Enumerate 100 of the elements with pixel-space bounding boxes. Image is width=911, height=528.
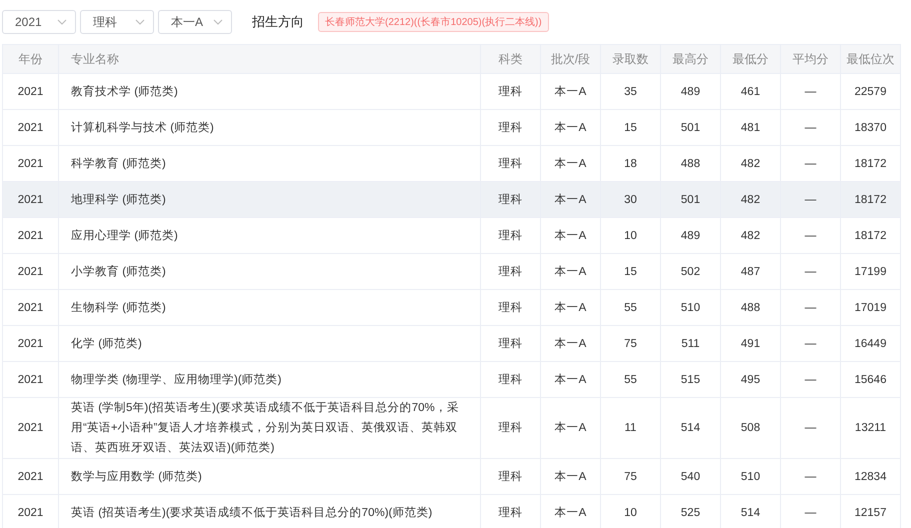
table-cell: 30	[600, 182, 660, 218]
table-cell: 生物科学 (师范类)	[58, 290, 480, 326]
table-cell: 理科	[480, 290, 540, 326]
table-cell: 55	[600, 290, 660, 326]
table-cell: —	[780, 182, 840, 218]
table-row[interactable]: 2021 化学 (师范类) 理科 本一A 75 511 491 — 16449	[2, 326, 900, 362]
table-cell: 15	[600, 110, 660, 146]
dropdown[interactable]: 理科	[80, 10, 154, 34]
table-row[interactable]: 2021 应用心理学 (师范类) 理科 本一A 10 489 482 — 18172	[2, 218, 900, 254]
table-cell: 计算机科学与技术 (师范类)	[58, 110, 480, 146]
chevron-down-icon	[213, 19, 223, 25]
table-row[interactable]: 2021 英语 (招英语考生)(要求英语成绩不低于英语科目总分的70%)(师范类) 理科 本一A 10 525 514 — 12157	[2, 494, 900, 528]
table-row[interactable]: 2021 计算机科学与技术 (师范类) 理科 本一A 15 501 481 — 18370	[2, 110, 900, 146]
table-cell: 本一A	[540, 326, 600, 362]
table-cell: —	[780, 110, 840, 146]
table-cell: 461	[720, 74, 780, 110]
table-row[interactable]: 2021 数学与应用数学 (师范类) 理科 本一A 75 540 510 — 12834	[2, 458, 900, 494]
table-cell: 510	[660, 290, 720, 326]
table-cell: —	[780, 362, 840, 398]
table-cell: 540	[660, 458, 720, 494]
table-cell: 教育技术学 (师范类)	[58, 74, 480, 110]
table-cell: 488	[720, 290, 780, 326]
column-header: 录取数	[600, 44, 660, 74]
table-cell: 理科	[480, 218, 540, 254]
table-cell: 化学 (师范类)	[58, 326, 480, 362]
table-cell: 本一A	[540, 398, 600, 458]
table-cell: 理科	[480, 362, 540, 398]
table-cell: 489	[660, 218, 720, 254]
table-cell: 物理学类 (物理学、应用物理学)(师范类)	[58, 362, 480, 398]
table-cell: 10	[600, 218, 660, 254]
table-cell: —	[780, 254, 840, 290]
table-cell: —	[780, 290, 840, 326]
table-cell: 13211	[840, 398, 900, 458]
table-cell: 理科	[480, 458, 540, 494]
table-cell: 35	[600, 74, 660, 110]
table-cell: 501	[660, 182, 720, 218]
table-cell: 502	[660, 254, 720, 290]
table-cell: 2021	[2, 218, 58, 254]
table-cell: 小学教育 (师范类)	[58, 254, 480, 290]
table-cell: 18172	[840, 182, 900, 218]
table-cell: 本一A	[540, 110, 600, 146]
table-cell: 本一A	[540, 458, 600, 494]
table-cell: 2021	[2, 458, 58, 494]
table-cell: 501	[660, 110, 720, 146]
table-cell: 本一A	[540, 218, 600, 254]
table-cell: 17019	[840, 290, 900, 326]
table-cell: 18370	[840, 110, 900, 146]
table-cell: 2021	[2, 74, 58, 110]
table-cell: 2021	[2, 182, 58, 218]
dropdown[interactable]: 2021	[2, 10, 76, 34]
table-cell: —	[780, 398, 840, 458]
column-header: 年份	[2, 44, 58, 74]
table-cell: 理科	[480, 110, 540, 146]
table-cell: 491	[720, 326, 780, 362]
table-cell: 482	[720, 218, 780, 254]
table-cell: 本一A	[540, 290, 600, 326]
table-cell: 16449	[840, 326, 900, 362]
table-cell: 地理科学 (师范类)	[58, 182, 480, 218]
table-row[interactable]: 2021 教育技术学 (师范类) 理科 本一A 35 489 461 — 22579	[2, 74, 900, 110]
table-cell: 55	[600, 362, 660, 398]
table-cell: —	[780, 218, 840, 254]
column-header: 批次/段	[540, 44, 600, 74]
table-cell: 22579	[840, 74, 900, 110]
table-cell: 理科	[480, 326, 540, 362]
table-cell: —	[780, 326, 840, 362]
table-row[interactable]: 2021 物理学类 (物理学、应用物理学)(师范类) 理科 本一A 55 515 495 — 15646	[2, 362, 900, 398]
table-cell: 495	[720, 362, 780, 398]
table-cell: 数学与应用数学 (师范类)	[58, 458, 480, 494]
table-cell: 2021	[2, 494, 58, 528]
table-cell: 514	[660, 398, 720, 458]
table-cell: 2021	[2, 254, 58, 290]
table-cell: 本一A	[540, 74, 600, 110]
table-cell: 2021	[2, 398, 58, 458]
table-cell: 481	[720, 110, 780, 146]
table-row[interactable]: 2021 小学教育 (师范类) 理科 本一A 15 502 487 — 17199	[2, 254, 900, 290]
table-cell: 11	[600, 398, 660, 458]
column-header: 最高分	[660, 44, 720, 74]
table-row[interactable]: 2021 生物科学 (师范类) 理科 本一A 55 510 488 — 17019	[2, 290, 900, 326]
table-cell: —	[780, 458, 840, 494]
table-cell: 482	[720, 182, 780, 218]
table-cell: 英语 (学制5年)(招英语考生)(要求英语成绩不低于英语科目总分的70%，采用“英语+小语种”复语人才培养模式，分别为英日双语、英俄双语、英韩双语、英西班牙双语、英法双语)(师范类)	[58, 398, 480, 458]
table-cell: 理科	[480, 398, 540, 458]
table-cell: 应用心理学 (师范类)	[58, 218, 480, 254]
table-cell: 理科	[480, 254, 540, 290]
column-header: 科类	[480, 44, 540, 74]
table-cell: 2021	[2, 326, 58, 362]
table-row[interactable]: 2021 英语 (学制5年)(招英语考生)(要求英语成绩不低于英语科目总分的70%，采用“英语+小语种”复语人才培养模式，分别为英日双语、英俄双语、英韩双语、英西班牙双语、英法双语)(师范类) 理科 本一A 11 514 508 — 13211	[2, 398, 900, 458]
table-cell: 487	[720, 254, 780, 290]
table-cell: 本一A	[540, 362, 600, 398]
table-cell: 515	[660, 362, 720, 398]
direction-label: 招生方向	[252, 13, 304, 31]
table-cell: 18172	[840, 218, 900, 254]
column-header: 平均分	[780, 44, 840, 74]
table-cell: 511	[660, 326, 720, 362]
table-row[interactable]: 2021 地理科学 (师范类) 理科 本一A 30 501 482 — 18172	[2, 182, 900, 218]
column-header: 最低分	[720, 44, 780, 74]
chevron-down-icon	[135, 19, 145, 25]
table-cell: 理科	[480, 74, 540, 110]
dropdown[interactable]: 本一A	[158, 10, 232, 34]
table-cell: 489	[660, 74, 720, 110]
